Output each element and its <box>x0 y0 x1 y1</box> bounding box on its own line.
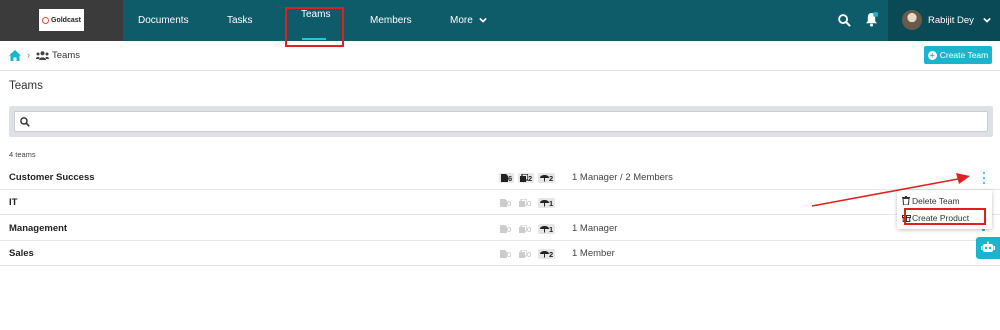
chat-assistant-button[interactable] <box>976 237 1000 259</box>
annotation-arrow <box>811 173 970 207</box>
robot-icon <box>981 241 995 252</box>
